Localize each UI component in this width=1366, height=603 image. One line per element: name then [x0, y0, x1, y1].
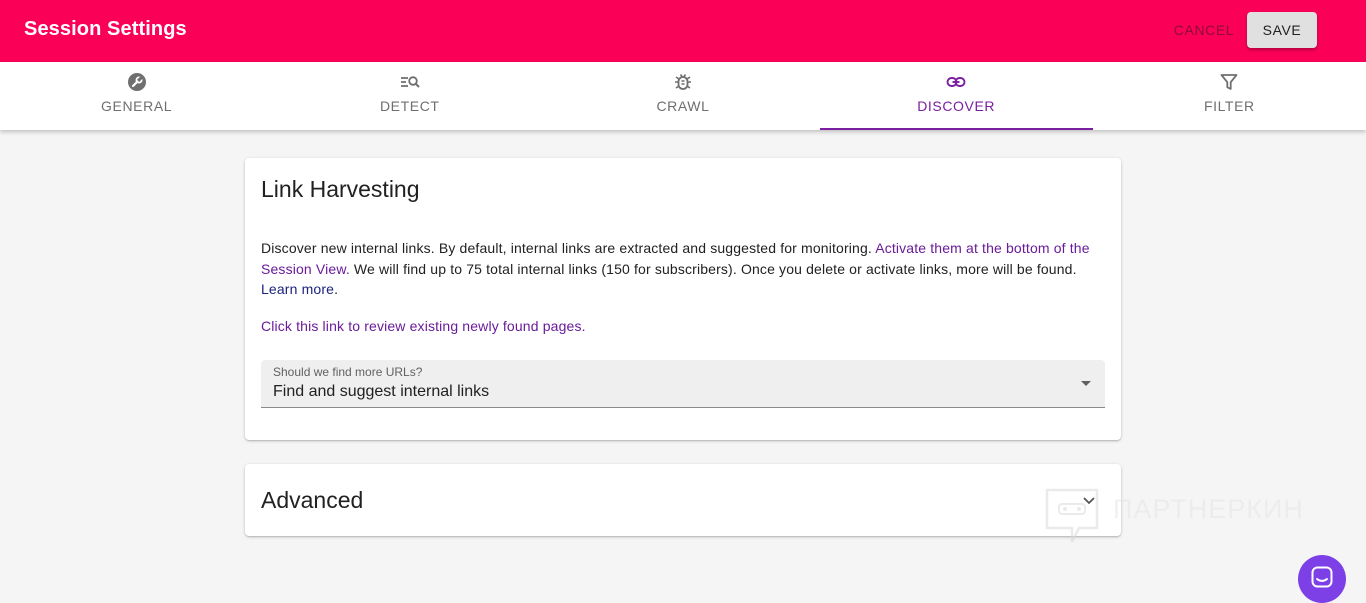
settings-tabs: GENERAL DETECT CRAWL DISCOVER FILTER	[0, 62, 1366, 130]
card-description: Discover new internal links. By default,…	[261, 238, 1101, 300]
watermark-text: ПАРТНЕРКИН	[1113, 494, 1304, 524]
advanced-card[interactable]: Advanced	[245, 464, 1121, 536]
learn-more-link[interactable]: Learn more	[261, 281, 334, 297]
app-bar: Session Settings CANCEL SAVE	[0, 0, 1366, 62]
cancel-button[interactable]: CANCEL	[1168, 12, 1240, 48]
description-text: We will find up to 75 total internal lin…	[353, 260, 1077, 277]
tab-discover[interactable]: DISCOVER	[819, 62, 1093, 130]
link-harvesting-card: Link Harvesting Discover new internal li…	[245, 158, 1121, 440]
tab-crawl[interactable]: CRAWL	[546, 62, 819, 130]
card-title: Advanced	[261, 487, 364, 513]
chat-button[interactable]	[1298, 555, 1346, 603]
tab-detect[interactable]: DETECT	[273, 62, 546, 130]
save-button[interactable]: SAVE	[1247, 12, 1317, 48]
link-icon	[946, 77, 966, 87]
list-search-icon	[400, 76, 420, 88]
card-title: Link Harvesting	[261, 176, 420, 202]
chat-icon	[1311, 566, 1333, 588]
review-pages-link[interactable]: Click this link to review existing newly…	[261, 318, 586, 334]
tab-label: GENERAL	[101, 98, 173, 114]
tab-label: DETECT	[379, 98, 440, 114]
description-text: Discover new internal links. By default,…	[261, 240, 872, 256]
tab-general[interactable]: GENERAL	[0, 62, 273, 130]
tab-label: DISCOVER	[917, 98, 996, 114]
dropdown-arrow-icon	[1081, 381, 1091, 386]
tab-label: FILTER	[1203, 98, 1255, 114]
watermark-logo-icon	[1045, 488, 1099, 543]
description-text: .	[334, 281, 339, 297]
filter-icon	[1220, 74, 1238, 90]
select-label: Should we find more URLs?	[273, 365, 423, 379]
watermark: ПАРТНЕРКИН	[1045, 488, 1325, 546]
select-value: Find and suggest internal links	[273, 383, 490, 400]
page-title: Session Settings	[24, 18, 187, 40]
bug-icon	[674, 74, 691, 90]
find-urls-select[interactable]: Should we find more URLs? Find and sugge…	[261, 360, 1105, 408]
tab-label: CRAWL	[656, 98, 710, 114]
tab-filter[interactable]: FILTER	[1093, 62, 1366, 130]
wrench-icon	[127, 73, 146, 91]
